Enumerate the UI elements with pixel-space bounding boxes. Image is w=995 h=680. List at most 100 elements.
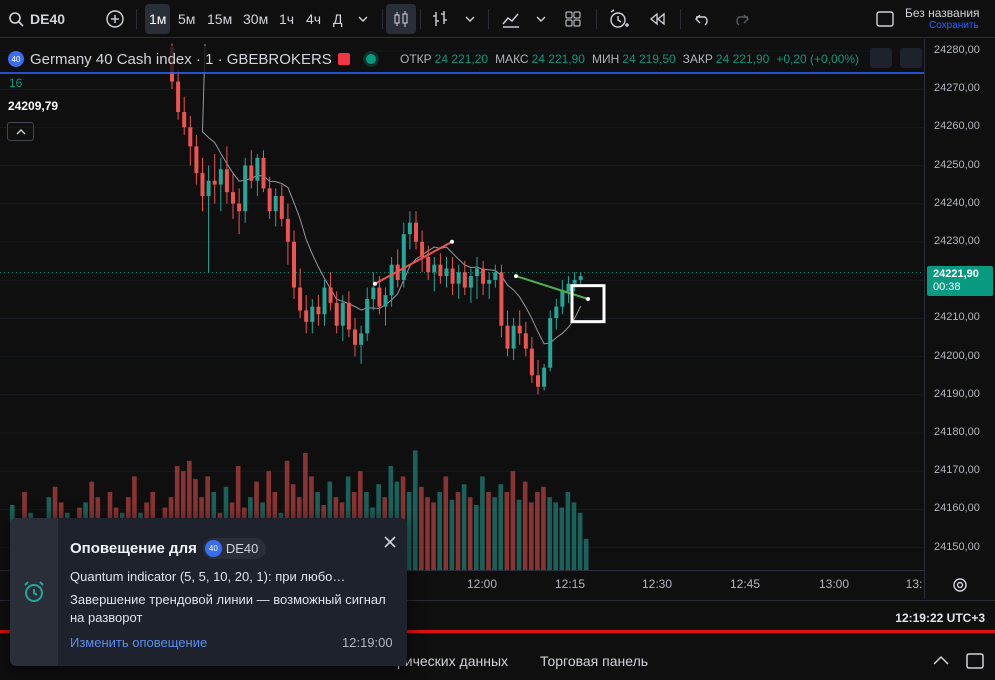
volume-bar <box>559 507 565 570</box>
intervals-dropdown[interactable] <box>348 4 378 34</box>
volume-bar <box>522 481 528 570</box>
candle-body <box>310 306 315 322</box>
trend-point <box>586 297 590 301</box>
open-label: ОТКР <box>400 52 432 66</box>
flag-icon[interactable] <box>337 53 350 65</box>
time-axis-label: 12:45 <box>729 577 761 591</box>
candlestick-chart[interactable] <box>0 39 924 570</box>
sell-arrow-icon[interactable] <box>870 48 892 68</box>
interval-5m[interactable]: 5м <box>174 4 199 34</box>
clock[interactable]: 12:19:22 UTC+3 <box>895 611 985 625</box>
volume-bar <box>498 484 504 570</box>
tab-trading-panel[interactable]: Торговая панель <box>540 653 648 669</box>
price-axis-label: 24260,00 <box>934 120 980 133</box>
candle-body <box>285 218 290 242</box>
candle-body <box>505 325 510 349</box>
high-label: МАКС <box>495 52 529 66</box>
price-axis-label: 24210,00 <box>934 311 980 324</box>
candle-body <box>420 241 425 258</box>
low-value: 24 219,50 <box>622 52 676 66</box>
candle-body <box>371 287 376 299</box>
alert-symbol-chip: 40 DE40 <box>202 538 267 559</box>
legend-buttons <box>870 48 922 68</box>
candle-body <box>438 264 443 277</box>
candle-body <box>255 157 260 181</box>
alert-symbol: DE40 <box>225 541 259 556</box>
save-status[interactable]: Сохранить <box>929 20 995 31</box>
volume-bar <box>431 502 436 570</box>
interval-30m[interactable]: 30м <box>239 4 272 34</box>
collapse-legend-button[interactable] <box>7 122 34 141</box>
chevron-up-icon <box>16 128 25 134</box>
redo-button[interactable] <box>726 4 756 34</box>
candle-body <box>566 283 571 292</box>
close-icon[interactable] <box>382 534 398 550</box>
indicators-dropdown[interactable] <box>526 4 556 34</box>
chart-type-dropdown[interactable] <box>455 4 485 34</box>
candle-body <box>249 165 254 181</box>
volume-bar <box>474 505 479 570</box>
undo-button[interactable] <box>688 4 718 34</box>
volume-bar <box>449 499 455 570</box>
compare-symbol-button[interactable] <box>100 4 130 34</box>
volume-bar <box>486 492 491 570</box>
candle-body <box>529 348 534 376</box>
candle-body <box>481 268 486 284</box>
maximize-icon[interactable] <box>964 652 986 670</box>
candle-body <box>304 310 309 322</box>
interval-4h[interactable]: 4ч <box>302 4 325 34</box>
bar-style-button[interactable] <box>425 4 455 34</box>
layout-name[interactable]: Без названия Сохранить <box>905 6 995 31</box>
alert-message: Завершение трендовой линии — возможный с… <box>70 592 386 625</box>
edit-alert-link[interactable]: Изменить оповещение <box>70 635 207 650</box>
layout-button[interactable] <box>870 4 900 34</box>
open-value: 24 221,20 <box>434 52 489 66</box>
candle-body <box>414 222 418 242</box>
candle-body <box>267 188 272 212</box>
alert-button[interactable] <box>604 4 634 34</box>
price-axis-label: 24160,00 <box>934 502 980 515</box>
candle-body <box>536 375 540 387</box>
symbol-search-button[interactable]: DE40 <box>8 4 92 34</box>
candle-body <box>298 287 303 311</box>
replay-button[interactable] <box>642 4 672 34</box>
candle-body <box>560 291 565 307</box>
candle-body <box>353 329 357 345</box>
chevron-up-icon[interactable] <box>930 652 952 670</box>
trend-point <box>373 281 377 286</box>
interval-15m[interactable]: 15м <box>203 4 236 34</box>
close-label: ЗАКР <box>682 52 713 66</box>
tab-historical-data[interactable]: рических данных <box>397 653 508 669</box>
volume-bar <box>553 502 558 570</box>
interval-1d[interactable]: Д <box>329 4 346 34</box>
price-axis-label: 24150,00 <box>934 540 980 553</box>
screenshot-icon[interactable] <box>900 48 922 68</box>
candle-body <box>206 180 211 196</box>
candle-body <box>377 287 382 307</box>
price-axis[interactable]: 24280,00 24270,00 24260,00 24250,00 24240,00… <box>924 39 995 599</box>
interval-1h[interactable]: 1ч <box>275 4 298 34</box>
candle-body <box>499 272 504 326</box>
candle-body <box>279 195 284 219</box>
layout-title: Без названия <box>905 6 980 20</box>
candle-body <box>383 295 388 307</box>
symbol-badge: 40 <box>8 51 24 67</box>
alert-notification[interactable]: Оповещение для 40 DE40 Quantum indicator… <box>10 518 407 666</box>
symbol-legend[interactable]: 40 Germany 40 Cash index · 1 · GBEBROKER… <box>8 46 376 72</box>
volume-bar <box>565 492 571 570</box>
chart-pane[interactable] <box>0 39 924 570</box>
volume-bar <box>412 450 418 570</box>
volume-bar <box>535 492 540 570</box>
settings-gear-icon[interactable] <box>950 575 970 595</box>
candle-body <box>176 81 181 113</box>
indicators-button[interactable] <box>496 4 526 34</box>
candles-chart-type-button[interactable] <box>386 4 416 34</box>
templates-button[interactable] <box>558 4 588 34</box>
symbol-name: DE40 <box>30 11 66 27</box>
trend-point <box>514 274 518 279</box>
volume-bar <box>516 499 522 570</box>
candle-body <box>316 306 321 315</box>
candle-body <box>224 169 229 193</box>
candle-body <box>334 302 339 326</box>
interval-1m[interactable]: 1м <box>145 4 171 34</box>
